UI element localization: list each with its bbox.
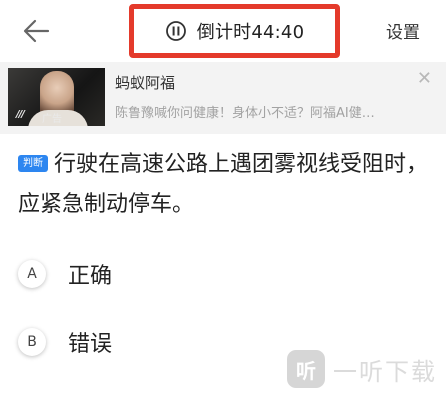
pause-icon[interactable] [165,20,187,42]
question-type-badge: 判断 [18,155,48,172]
question-text: 行驶在高速公路上遇团雾视线受阻时，应紧急制动停车。 [18,152,429,217]
back-arrow-icon[interactable] [20,14,54,48]
option-b[interactable]: B 错误 [18,326,112,358]
ad-brand-logo: /// [16,109,25,120]
watermark: 听 一听下载 [287,350,437,388]
top-bar: 倒计时44:40 设置 [0,0,446,62]
ad-thumbnail[interactable]: /// 广告 [8,68,105,126]
option-b-text[interactable]: 错误 [68,326,112,358]
countdown-timer[interactable]: 倒计时44:40 [129,4,340,58]
question-block: 判断 行驶在高速公路上遇团雾视线受阻时，应紧急制动停车。 [18,145,430,225]
ad-title[interactable]: 蚂蚁阿福 [115,72,175,93]
ad-description[interactable]: 陈鲁豫喊你问健康！身体小不适？阿福AI健… [115,102,415,121]
close-icon[interactable]: ✕ [417,68,432,89]
countdown-label: 倒计时44:40 [196,22,305,43]
option-a-text[interactable]: 正确 [68,258,112,290]
option-b-letter[interactable]: B [18,328,46,356]
question-text-wrapper: 判断 行驶在高速公路上遇团雾视线受阻时，应紧急制动停车。 [18,145,430,225]
watermark-logo-icon: 听 [287,350,325,388]
option-a-letter[interactable]: A [18,260,46,288]
option-a[interactable]: A 正确 [18,258,112,290]
ad-banner[interactable]: /// 广告 蚂蚁阿福 陈鲁豫喊你问健康！身体小不适？阿福AI健… ✕ [0,62,446,134]
watermark-text: 一听下载 [333,357,437,386]
settings-button[interactable]: 设置 [386,18,420,43]
ad-label: 广告 [42,114,62,125]
